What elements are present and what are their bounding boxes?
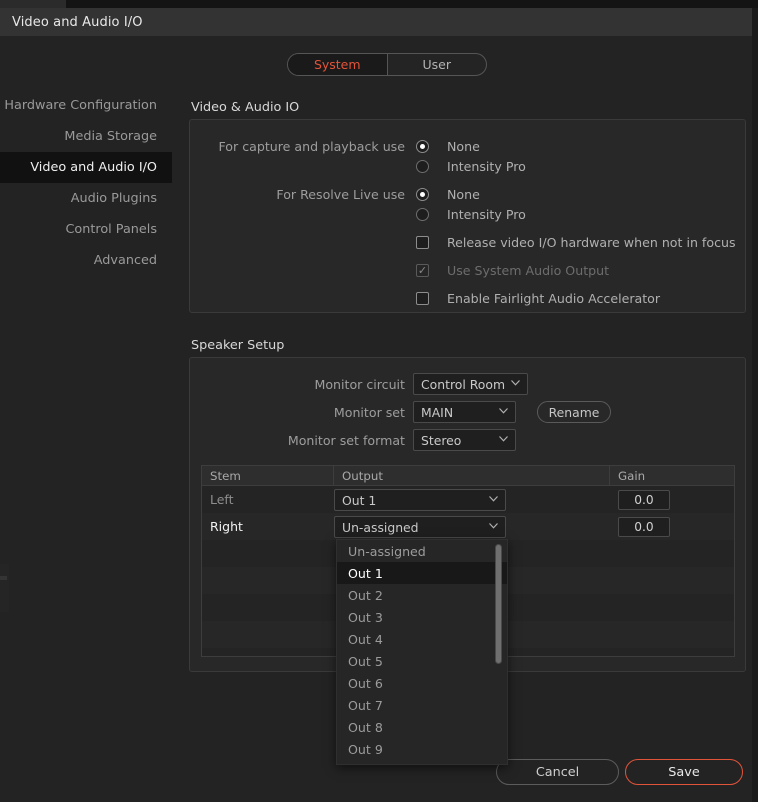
output-option-out-7[interactable]: Out 7 <box>337 694 507 716</box>
capture-option-none[interactable]: None <box>416 139 480 154</box>
capture-option-intensity-pro[interactable]: Intensity Pro <box>416 159 526 174</box>
monitor-circuit-label: Monitor circuit <box>314 377 405 392</box>
sidebar-item-audio-plugins[interactable]: Audio Plugins <box>0 183 172 214</box>
sidebar-item-advanced[interactable]: Advanced <box>0 245 172 276</box>
titlebar-right-filler <box>752 8 758 36</box>
table-row[interactable]: Left Out 1 0.0 <box>202 486 734 513</box>
checkbox-release-video-io[interactable]: Release video I/O hardware when not in f… <box>416 235 736 250</box>
live-label-wrap: For Resolve Live use <box>185 187 405 203</box>
monitor-set-label-wrap: Monitor set <box>185 405 405 421</box>
row-left-output-value: Out 1 <box>342 492 377 508</box>
output-option-out-4[interactable]: Out 4 <box>337 628 507 650</box>
table-header-row: Stem Output Gain <box>202 466 734 486</box>
output-option-out-2[interactable]: Out 2 <box>337 584 507 606</box>
settings-sidebar: Hardware Configuration Media Storage Vid… <box>0 90 172 276</box>
row-left-stem: Left <box>210 492 234 507</box>
settings-window: Video and Audio I/O System User Hardware… <box>0 0 758 802</box>
radio-capture-none-icon[interactable] <box>416 140 429 153</box>
tab-user[interactable]: User <box>388 54 487 75</box>
chevron-down-icon <box>499 435 508 445</box>
scope-tabs: System User <box>287 53 487 76</box>
check-icon: ✓ <box>417 264 428 277</box>
section-title-video-audio-io: Video & Audio IO <box>191 100 300 115</box>
chevron-down-icon <box>499 407 508 417</box>
tab-system[interactable]: System <box>288 54 387 75</box>
chevron-down-icon <box>489 495 498 505</box>
window-title: Video and Audio I/O <box>12 14 143 30</box>
resolve-live-label: For Resolve Live use <box>276 187 405 202</box>
checkbox-enable-fairlight-accelerator-icon[interactable] <box>416 292 429 305</box>
radio-live-intensity-pro-icon[interactable] <box>416 208 429 221</box>
output-option-out-6[interactable]: Out 6 <box>337 672 507 694</box>
table-row[interactable]: Right Un-assigned 0.0 <box>202 513 734 540</box>
output-option-out-9[interactable]: Out 9 <box>337 738 507 760</box>
checkbox-enable-fairlight-accelerator-label: Enable Fairlight Audio Accelerator <box>447 291 661 306</box>
row-left-output-dropdown[interactable]: Out 1 <box>334 489 506 511</box>
table-header-gain: Gain <box>618 468 646 483</box>
chevron-down-icon <box>511 379 520 389</box>
checkbox-release-video-io-label: Release video I/O hardware when not in f… <box>447 235 736 250</box>
sidebar-item-control-panels[interactable]: Control Panels <box>0 214 172 245</box>
window-top-strip <box>0 0 758 8</box>
window-tab-stub <box>0 0 66 8</box>
capture-label-wrap: For capture and playback use <box>185 139 405 155</box>
row-right-output-dropdown[interactable]: Un-assigned <box>334 516 506 538</box>
sidebar-item-media-storage[interactable]: Media Storage <box>0 121 172 152</box>
capture-label: For capture and playback use <box>218 139 405 154</box>
output-option-out-3[interactable]: Out 3 <box>337 606 507 628</box>
monitor-set-format-label: Monitor set format <box>287 433 405 448</box>
monitor-set-label: Monitor set <box>333 405 405 420</box>
left-edge-artifact <box>0 564 9 612</box>
monitor-set-format-value: Stereo <box>421 432 462 448</box>
checkbox-release-video-io-icon[interactable] <box>416 236 429 249</box>
checkbox-enable-fairlight-accelerator[interactable]: Enable Fairlight Audio Accelerator <box>416 291 660 306</box>
checkbox-use-system-audio-output: ✓ Use System Audio Output <box>416 263 609 278</box>
cancel-button[interactable]: Cancel <box>496 759 619 785</box>
row-right-output-value: Un-assigned <box>342 519 419 535</box>
content-right-filler <box>752 36 758 802</box>
monitor-circuit-dropdown[interactable]: Control Room <box>413 373 529 395</box>
output-dropdown-list[interactable]: Un-assigned Out 1 Out 2 Out 3 Out 4 Out … <box>336 539 508 765</box>
row-right-stem: Right <box>210 519 243 534</box>
radio-live-none-icon[interactable] <box>416 188 429 201</box>
table-header-output: Output <box>334 466 610 485</box>
output-option-out-1[interactable]: Out 1 <box>337 562 507 584</box>
window-titlebar: Video and Audio I/O <box>0 8 752 36</box>
output-option-out-5[interactable]: Out 5 <box>337 650 507 672</box>
monitor-set-dropdown[interactable]: MAIN <box>413 401 516 423</box>
output-option-out-8[interactable]: Out 8 <box>337 716 507 738</box>
monitor-circuit-label-wrap: Monitor circuit <box>185 377 405 393</box>
row-left-gain-input[interactable]: 0.0 <box>618 490 670 510</box>
monitor-set-value: MAIN <box>421 404 454 420</box>
left-edge-artifact-line <box>0 576 7 580</box>
live-option-intensity-pro[interactable]: Intensity Pro <box>416 207 526 222</box>
row-right-gain-input[interactable]: 0.0 <box>618 517 670 537</box>
checkbox-use-system-audio-output-label: Use System Audio Output <box>447 263 610 278</box>
video-audio-io-panel: For capture and playback use None Intens… <box>189 119 746 313</box>
capture-none-label: None <box>447 139 480 154</box>
dropdown-scrollbar-thumb[interactable] <box>495 544 502 664</box>
checkbox-use-system-audio-output-icon: ✓ <box>416 264 429 277</box>
sidebar-item-video-and-audio-io[interactable]: Video and Audio I/O <box>0 152 172 183</box>
monitor-set-format-dropdown[interactable]: Stereo <box>413 429 516 451</box>
live-intensity-pro-label: Intensity Pro <box>447 207 526 222</box>
rename-button[interactable]: Rename <box>537 401 611 423</box>
table-header-stem: Stem <box>202 466 334 485</box>
live-none-label: None <box>447 187 480 202</box>
capture-intensity-pro-label: Intensity Pro <box>447 159 526 174</box>
chevron-down-icon <box>489 522 498 532</box>
save-button[interactable]: Save <box>625 759 743 785</box>
sidebar-item-hardware-configuration[interactable]: Hardware Configuration <box>0 90 172 121</box>
radio-capture-intensity-pro-icon[interactable] <box>416 160 429 173</box>
monitor-set-format-label-wrap: Monitor set format <box>185 433 405 449</box>
monitor-circuit-value: Control Room <box>421 376 506 392</box>
output-option-un-assigned[interactable]: Un-assigned <box>337 540 507 562</box>
live-option-none[interactable]: None <box>416 187 480 202</box>
section-title-speaker-setup: Speaker Setup <box>191 338 285 353</box>
